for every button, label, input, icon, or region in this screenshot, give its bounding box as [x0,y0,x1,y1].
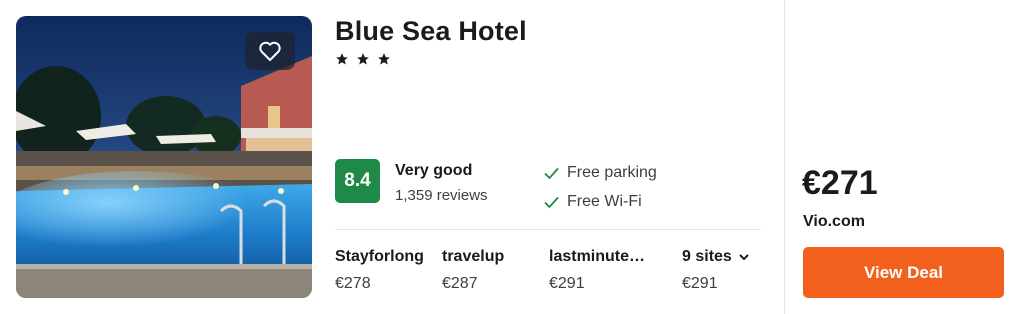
rating-label: Very good [395,162,473,179]
provider-price: €278 [335,275,371,292]
seller-name: Vio.com [803,213,865,230]
amenity-free-parking: Free parking [544,164,657,182]
favorite-button[interactable] [245,32,295,70]
hotel-name[interactable]: Blue Sea Hotel [335,16,527,47]
provider-name: travelup [442,248,505,265]
provider-name: Stayforlong [335,248,424,265]
provider-lastminute[interactable]: lastminute… €291 [549,248,645,293]
column-divider [784,0,785,314]
provider-price: €287 [442,275,478,292]
amenity-label: Free Wi-Fi [567,193,642,210]
check-icon [544,167,559,179]
divider [335,229,761,230]
hotel-photo[interactable] [16,16,312,298]
star-icon [357,53,369,65]
chevron-down-icon [739,253,749,260]
review-count[interactable]: 1,359 reviews [395,187,488,204]
amenity-free-wifi: Free Wi-Fi [544,193,642,211]
provider-price: €291 [549,275,585,292]
more-sites-button[interactable]: 9 sites [682,248,749,266]
best-price: €271 [802,164,878,202]
provider-stayforlong[interactable]: Stayforlong €278 [335,248,424,293]
rating-score-badge: 8.4 [335,159,380,203]
star-rating [335,52,391,66]
check-icon [544,196,559,208]
amenity-label: Free parking [567,164,657,181]
heart-icon [259,41,281,61]
more-sites-label: 9 sites [682,248,732,265]
view-deal-button[interactable]: View Deal [803,247,1004,298]
hotel-result-card[interactable]: Blue Sea Hotel 8.4 Very good 1,359 revie… [0,0,1024,314]
provider-name: lastminute… [549,248,646,265]
more-sites-price: €291 [682,275,718,292]
more-sites[interactable]: 9 sites €291 [682,248,749,293]
provider-travelup[interactable]: travelup €287 [442,248,504,293]
star-icon [336,53,348,65]
star-icon [378,53,390,65]
